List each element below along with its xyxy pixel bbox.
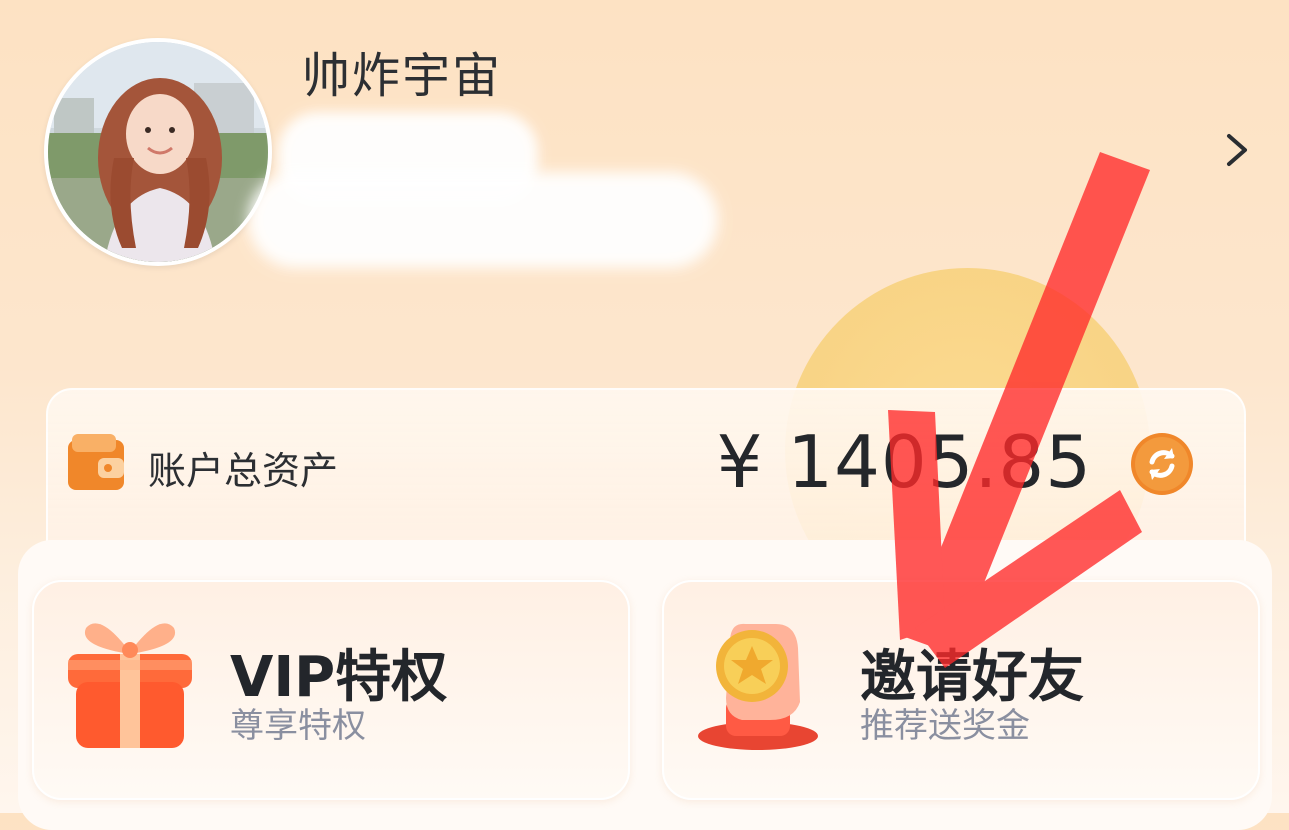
hand-coin-icon [698, 623, 818, 750]
invite-subtitle: 推荐送奖金 [860, 706, 1030, 746]
gift-box-icon [68, 623, 192, 748]
asset-label: 账户总资产 [148, 449, 339, 493]
username: 帅炸宇宙 [302, 48, 503, 104]
refresh-icon[interactable] [1130, 432, 1194, 496]
vip-subtitle: 尊享特权 [230, 706, 366, 746]
wallet-icon [68, 434, 124, 490]
redacted-info-blur [248, 172, 718, 268]
asset-amount: ¥ 1405.85 [716, 420, 1092, 504]
avatar[interactable] [44, 38, 272, 266]
chevron-right-icon[interactable] [1219, 130, 1255, 170]
